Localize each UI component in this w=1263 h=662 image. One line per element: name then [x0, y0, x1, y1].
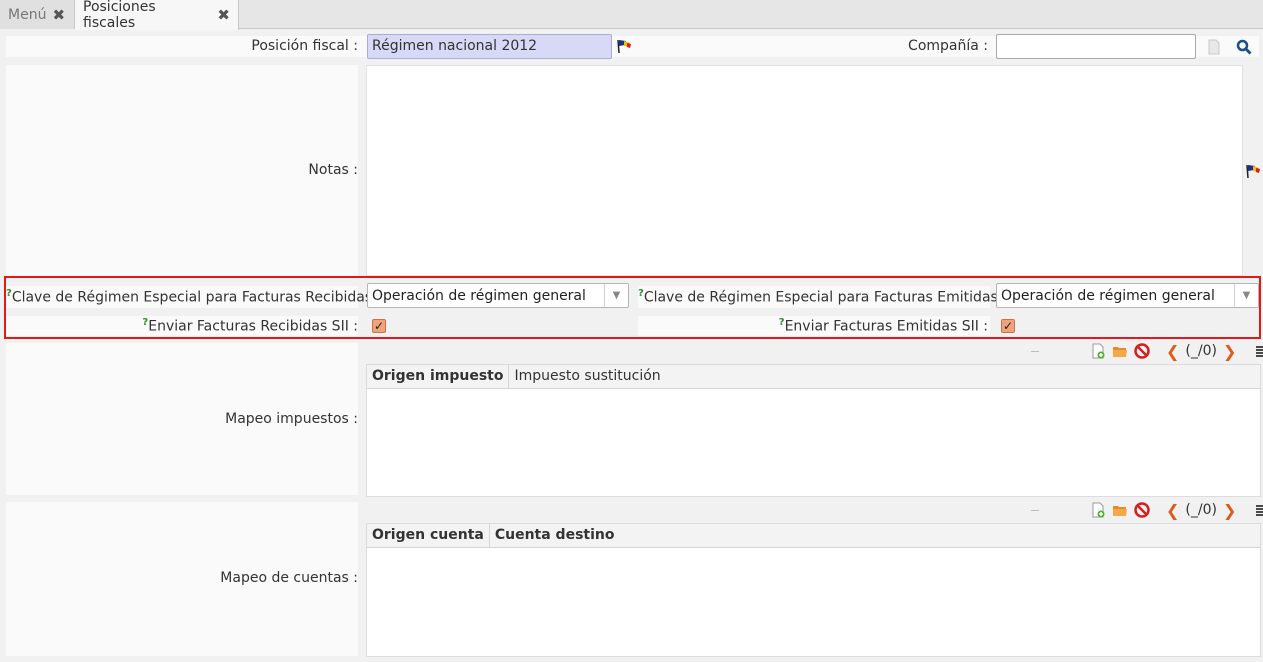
highlight-box [4, 276, 1261, 339]
tab-menu[interactable]: Menú ✖ [0, 0, 75, 29]
delete-icon[interactable] [1134, 502, 1150, 518]
open-record-icon[interactable] [1206, 39, 1222, 55]
divider [1031, 510, 1039, 511]
mapeo-impuestos-pager: (_/0) [1185, 343, 1217, 359]
close-icon[interactable]: ✖ [52, 6, 65, 24]
divider [1031, 351, 1039, 352]
mapeo-cuentas-pager: (_/0) [1185, 502, 1217, 518]
posicion-fiscal-label: Posición fiscal : [251, 38, 358, 54]
grid-header: Origen impuesto Impuesto sustitución [367, 365, 1260, 389]
next-icon[interactable]: ❯ [1223, 501, 1236, 520]
notas-label: Notas : [308, 162, 358, 178]
grid-header: Origen cuenta Cuenta destino [367, 524, 1260, 548]
column-header[interactable]: Origen cuenta [367, 524, 490, 547]
switch-view-icon[interactable] [1254, 343, 1263, 359]
column-header[interactable]: Cuenta destino [490, 524, 620, 547]
tab-posiciones-fiscales[interactable]: Posiciones fiscales ✖ [75, 0, 239, 31]
close-icon[interactable]: ✖ [217, 6, 230, 24]
search-icon[interactable] [1236, 39, 1252, 55]
mapeo-cuentas-grid: Origen cuenta Cuenta destino [366, 523, 1261, 657]
tab-bar: Menú ✖ Posiciones fiscales ✖ [0, 0, 1263, 31]
posicion-fiscal-input[interactable]: Régimen nacional 2012 [367, 34, 612, 59]
tab-menu-label: Menú [8, 6, 47, 23]
column-header[interactable]: Origen impuesto [367, 365, 510, 388]
mapeo-impuestos-label: Mapeo impuestos : [225, 411, 358, 427]
new-record-icon[interactable] [1090, 343, 1106, 359]
mapeo-impuestos-toolbar: ❮ (_/0) ❯ [1090, 341, 1263, 361]
notas-textarea[interactable] [366, 65, 1243, 276]
mapeo-cuentas-label: Mapeo de cuentas : [220, 570, 358, 586]
mapeo-impuestos-grid: Origen impuesto Impuesto sustitución [366, 364, 1261, 497]
switch-view-icon[interactable] [1254, 502, 1263, 518]
compania-input[interactable] [996, 34, 1196, 59]
delete-icon[interactable] [1134, 343, 1150, 359]
tab-posiciones-fiscales-label: Posiciones fiscales [83, 0, 156, 31]
next-icon[interactable]: ❯ [1223, 342, 1236, 361]
translate-flag-icon[interactable] [616, 38, 632, 54]
new-record-icon[interactable] [1090, 502, 1106, 518]
compania-label: Compañía : [908, 38, 988, 54]
previous-icon[interactable]: ❮ [1166, 501, 1179, 520]
open-folder-icon[interactable] [1112, 343, 1128, 359]
translate-flag-icon[interactable] [1245, 163, 1261, 179]
mapeo-cuentas-toolbar: ❮ (_/0) ❯ [1090, 500, 1263, 520]
column-header[interactable]: Impuesto sustitución [509, 365, 665, 388]
open-folder-icon[interactable] [1112, 502, 1128, 518]
previous-icon[interactable]: ❮ [1166, 342, 1179, 361]
